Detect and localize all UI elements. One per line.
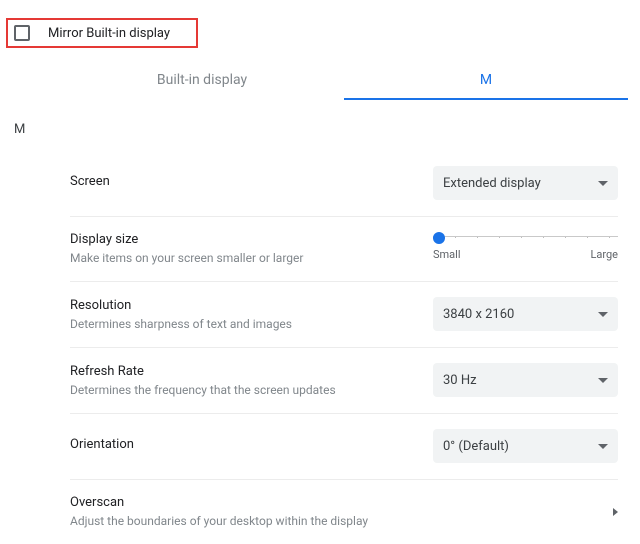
orientation-value: 0° (Default) xyxy=(443,439,509,454)
row-display-size: Display size Make items on your screen s… xyxy=(70,217,618,282)
slider-max-label: Large xyxy=(590,248,618,261)
tab-builtin[interactable]: Built-in display xyxy=(60,60,344,100)
screen-select[interactable]: Extended display xyxy=(433,166,618,200)
refresh-value: 30 Hz xyxy=(443,373,477,388)
row-resolution: Resolution Determines sharpness of text … xyxy=(70,282,618,348)
orientation-select[interactable]: 0° (Default) xyxy=(433,429,618,463)
row-refresh: Refresh Rate Determines the frequency th… xyxy=(70,348,618,414)
resolution-desc: Determines sharpness of text and images xyxy=(70,317,292,331)
refresh-desc: Determines the frequency that the screen… xyxy=(70,383,336,397)
slider-min-label: Small xyxy=(433,248,461,261)
section-heading: M xyxy=(14,122,25,137)
tab-external[interactable]: M xyxy=(344,60,628,100)
refresh-title: Refresh Rate xyxy=(70,364,336,379)
overscan-desc: Adjust the boundaries of your desktop wi… xyxy=(70,514,368,528)
screen-title: Screen xyxy=(70,174,110,189)
chevron-right-icon xyxy=(613,508,618,516)
resolution-select[interactable]: 3840 x 2160 xyxy=(433,297,618,331)
resolution-value: 3840 x 2160 xyxy=(443,307,514,322)
resolution-title: Resolution xyxy=(70,298,292,313)
settings-list: Screen Extended display Display size Mak… xyxy=(70,160,618,544)
mirror-checkbox[interactable] xyxy=(14,25,30,41)
chevron-down-icon xyxy=(598,312,608,317)
display-size-title: Display size xyxy=(70,232,303,247)
row-orientation: Orientation 0° (Default) xyxy=(70,414,618,480)
orientation-title: Orientation xyxy=(70,437,134,452)
mirror-label: Mirror Built-in display xyxy=(48,26,170,41)
display-tabs: Built-in display M xyxy=(60,60,628,100)
mirror-display-row[interactable]: Mirror Built-in display xyxy=(14,18,170,48)
chevron-down-icon xyxy=(598,181,608,186)
row-overscan[interactable]: Overscan Adjust the boundaries of your d… xyxy=(70,480,618,544)
chevron-down-icon xyxy=(598,444,608,449)
refresh-select[interactable]: 30 Hz xyxy=(433,363,618,397)
screen-select-value: Extended display xyxy=(443,176,541,191)
row-screen: Screen Extended display xyxy=(70,160,618,217)
overscan-title: Overscan xyxy=(70,495,368,510)
display-size-desc: Make items on your screen smaller or lar… xyxy=(70,251,303,265)
chevron-down-icon xyxy=(598,378,608,383)
display-size-slider[interactable]: Small Large xyxy=(433,236,618,261)
slider-thumb[interactable] xyxy=(433,232,445,244)
